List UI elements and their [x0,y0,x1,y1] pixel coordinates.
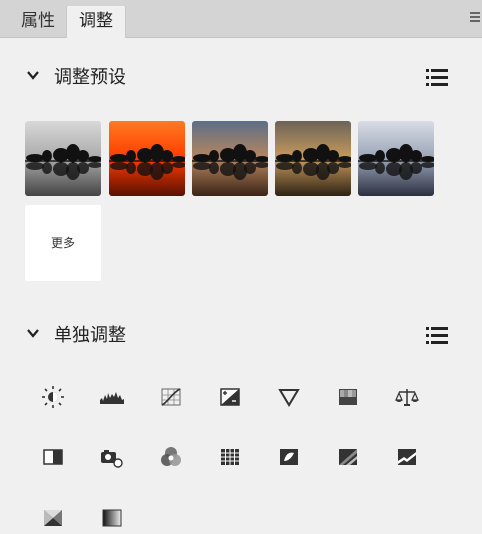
more-presets-button[interactable]: 更多 [25,205,101,281]
panel-menu-icon[interactable] [470,12,480,24]
levels-icon[interactable] [99,384,125,410]
chevron-down-icon[interactable] [26,326,40,340]
invert-icon[interactable] [276,444,302,470]
photo-filter-icon[interactable] [99,444,125,470]
preset-thumbnail-cool[interactable] [358,121,434,196]
exposure-icon[interactable] [217,384,243,410]
presets-title: 调整预设 [54,67,126,88]
hue-saturation-icon[interactable] [335,384,361,410]
preset-thumbnail-grayscale[interactable] [25,121,101,196]
vibrance-icon[interactable] [276,384,302,410]
preset-thumbnail-vintage[interactable] [275,121,351,196]
curves-icon[interactable] [158,384,184,410]
color-lookup-icon[interactable] [217,444,243,470]
tab-properties[interactable]: 属性 [10,6,66,38]
list-view-icon[interactable] [426,326,448,346]
gradient-map-icon[interactable] [99,505,125,531]
panel-tab-bar: 属性 调整 [0,0,482,38]
preset-thumbnail-warm[interactable] [192,121,268,196]
black-white-icon[interactable] [40,444,66,470]
preset-thumbnail-sunset[interactable] [109,121,185,196]
selective-color-icon[interactable] [40,505,66,531]
list-view-icon[interactable] [426,68,448,88]
threshold-icon[interactable] [394,444,420,470]
chevron-down-icon[interactable] [26,68,40,82]
color-balance-icon[interactable] [394,384,420,410]
posterize-icon[interactable] [335,444,361,470]
channel-mixer-icon[interactable] [158,444,184,470]
brightness-contrast-icon[interactable] [40,384,66,410]
tab-adjustments[interactable]: 调整 [66,6,126,38]
presets-section-header[interactable]: 调整预设 [24,64,454,92]
individual-adjustments-header[interactable]: 单独调整 [24,322,454,350]
individual-adjustments-title: 单独调整 [54,325,126,346]
